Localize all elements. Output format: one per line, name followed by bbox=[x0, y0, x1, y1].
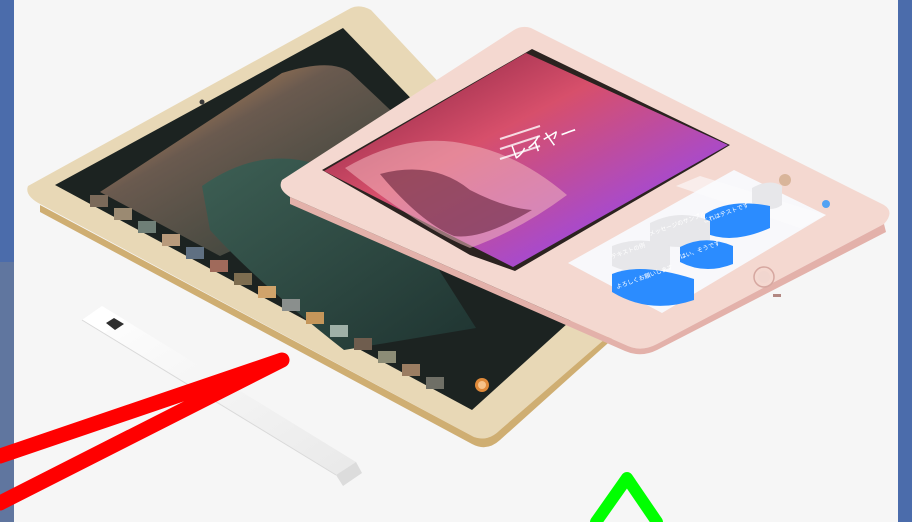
scene-illustration: レイヤー これはテストです メッセージのサンプル はい、そうです テキストの例 … bbox=[0, 0, 912, 522]
photo-stage: レイヤー これはテストです メッセージのサンプル はい、そうです テキストの例 … bbox=[0, 0, 912, 522]
right-edge bbox=[898, 0, 912, 522]
